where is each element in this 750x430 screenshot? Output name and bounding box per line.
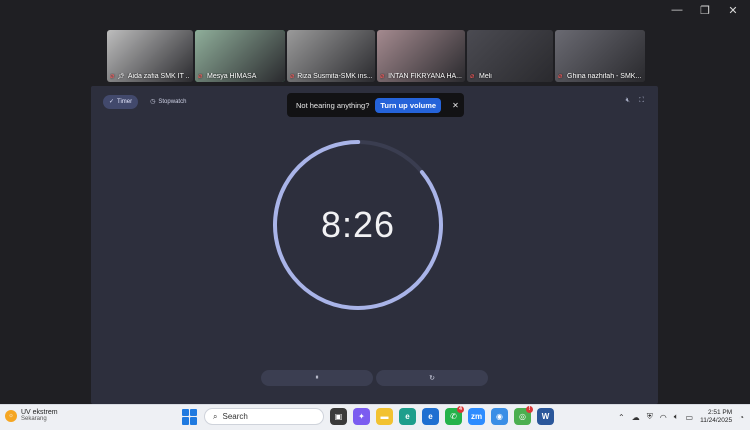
participant-label: ⌀ Ghina nazhifah - SMK... (558, 73, 642, 80)
weather-title: UV ekstrem (21, 409, 58, 416)
window-controls: — ❐ ✕ (670, 4, 740, 17)
windows-logo-icon (182, 408, 189, 416)
file-explorer-glyph: ▬ (380, 412, 389, 421)
participant-tile[interactable]: ⌀ Riza Susmita-SMK ins... (287, 30, 375, 82)
fullscreen-icon[interactable]: ⛶ (639, 97, 644, 105)
timer-tabs: ✓ Timer ◷ Stopwatch (103, 95, 192, 109)
pause-button[interactable]: ⏸ (261, 370, 373, 386)
tab-timer-label: Timer (117, 99, 133, 105)
mute-icon[interactable]: 🔇︎ (626, 97, 630, 105)
zoom-icon[interactable]: zm (468, 408, 485, 425)
task-view-icon[interactable]: ▣ (330, 408, 347, 425)
weather-subtitle: Sekarang (21, 416, 47, 422)
edge-blue-glyph: e (428, 412, 433, 421)
stopwatch-icon: ◷ (150, 99, 156, 105)
start-button[interactable] (182, 408, 198, 425)
chrome-icon[interactable]: ◎! (514, 406, 533, 425)
notification-badge: 4 (457, 406, 464, 413)
mic-off-icon: ⌀ (198, 73, 203, 80)
copilot-icon[interactable]: ✦ (353, 408, 370, 425)
screen: — ❐ ✕ ⌀ 📌︎ Aida zafia SMK IT ... ⌀ Mesya HIM… (0, 0, 750, 430)
participant-tile[interactable]: ⌀ INTAN FIKRYANA HA... (377, 30, 465, 82)
volume-toast: Not hearing anything? Turn up volume ✕ (287, 93, 464, 117)
copilot-glyph: ✦ (358, 412, 365, 421)
search-placeholder: Search (222, 412, 248, 421)
weather-widget[interactable]: ☼ UV ekstrem Sekarang (5, 409, 58, 422)
toast-close-icon[interactable]: ✕ (452, 101, 459, 110)
clock-date: 11/24/2025 (700, 417, 733, 424)
timer-stage: ✓ Timer ◷ Stopwatch 🔇︎ ⛶ Not hearing any… (91, 86, 658, 404)
participant-tile[interactable]: ⌀ Ghina nazhifah - SMK... (555, 30, 645, 82)
mic-off-icon: ⌀ (290, 73, 295, 80)
chevron-up-icon[interactable]: ⌃ (618, 413, 625, 422)
tab-stopwatch[interactable]: ◷ Stopwatch (144, 95, 192, 109)
participant-name: Riza Susmita-SMK ins... (297, 73, 372, 80)
mic-off-icon: ⌀ (470, 73, 475, 80)
volume-icon[interactable]: 🔈︎ (674, 412, 679, 422)
taskbar-center: ⌕ Search ▣ ✦ ▬ e e ✆ 4 zm ◉ ◎! W (182, 406, 554, 425)
system-tray: ⌃ ☁ ⛨ ◠ 🔈︎ ▭ 2:51 PM 11/24/2025 ◔ (618, 409, 744, 425)
pause-icon: ⏸ (315, 374, 319, 381)
edge-icon[interactable]: e (399, 408, 416, 425)
search-box[interactable]: ⌕ Search (204, 408, 324, 425)
browser-icon[interactable]: ◉ (491, 408, 508, 425)
taskbar: ☼ UV ekstrem Sekarang ⌕ Search ▣ ✦ ▬ e e ✆ 4 zm… (0, 404, 750, 430)
participant-tile[interactable]: ⌀ Mesya HIMASA (195, 30, 285, 82)
mic-off-icon: ⌀ (558, 73, 563, 80)
edge-blue-icon[interactable]: e (422, 408, 439, 425)
minimize-button[interactable]: — (670, 4, 684, 17)
participant-label: ⌀ 📌︎ Aida zafia SMK IT ... (110, 73, 190, 80)
wifi-icon[interactable]: ◠ (660, 413, 667, 422)
close-button[interactable]: ✕ (726, 4, 740, 17)
security-icon[interactable]: ⛨ (647, 412, 653, 422)
whatsapp-icon[interactable]: ✆ 4 (445, 406, 464, 425)
battery-icon[interactable]: ▭ (686, 413, 694, 422)
pin-icon: 📌︎ (117, 74, 125, 80)
participant-tile[interactable]: ⌀ Meli (467, 30, 553, 82)
reset-icon: ↻ (429, 375, 435, 382)
participant-label: ⌀ INTAN FIKRYANA HA... (380, 73, 462, 80)
stage-icons: 🔇︎ ⛶ (626, 97, 644, 105)
participant-name: Ghina nazhifah - SMK... (567, 73, 642, 80)
mic-off-icon: ⌀ (380, 73, 385, 80)
network-icon[interactable]: ☁ (632, 413, 640, 422)
chrome-glyph: ◎ (519, 412, 526, 421)
participant-label: ⌀ Riza Susmita-SMK ins... (290, 73, 372, 80)
timer-time: 8:26 (320, 204, 396, 245)
participant-strip: ⌀ 📌︎ Aida zafia SMK IT ... ⌀ Mesya HIMASA ⌀ Ri… (107, 30, 645, 82)
search-icon: ⌕ (213, 411, 218, 421)
toast-message: Not hearing anything? (296, 100, 370, 110)
word-icon[interactable]: W (537, 408, 554, 425)
participant-name: Meli (479, 73, 492, 80)
participant-name: Aida zafia SMK IT ... (127, 73, 190, 80)
clock-time: 2:51 PM (707, 409, 733, 416)
participant-tile[interactable]: ⌀ 📌︎ Aida zafia SMK IT ... (107, 30, 193, 82)
tab-timer[interactable]: ✓ Timer (103, 95, 139, 109)
task-view-glyph: ▣ (334, 412, 343, 421)
mic-off-icon: ⌀ (110, 73, 115, 80)
notification-icon[interactable]: ◔ (739, 413, 744, 422)
restore-button[interactable]: ❐ (698, 4, 712, 17)
edge-glyph: e (405, 412, 410, 421)
whatsapp-glyph: ✆ (450, 412, 457, 421)
clock[interactable]: 2:51 PM 11/24/2025 (700, 409, 732, 425)
word-glyph: W (541, 412, 550, 421)
file-explorer-icon[interactable]: ▬ (376, 408, 393, 425)
participant-label: ⌀ Meli (470, 73, 550, 80)
reset-button[interactable]: ↻ (376, 370, 488, 386)
turn-up-volume-button[interactable]: Turn up volume (375, 97, 442, 113)
participant-name: Mesya HIMASA (207, 73, 257, 80)
browser-glyph: ◉ (496, 412, 503, 421)
zoom-glyph: zm (470, 412, 483, 421)
participant-name: INTAN FIKRYANA HA... (388, 73, 462, 80)
notification-badge: ! (526, 406, 533, 413)
participant-label: ⌀ Mesya HIMASA (198, 73, 282, 80)
check-icon: ✓ (109, 99, 115, 105)
tab-stopwatch-label: Stopwatch (158, 99, 187, 105)
sun-icon: ☼ (5, 409, 17, 422)
